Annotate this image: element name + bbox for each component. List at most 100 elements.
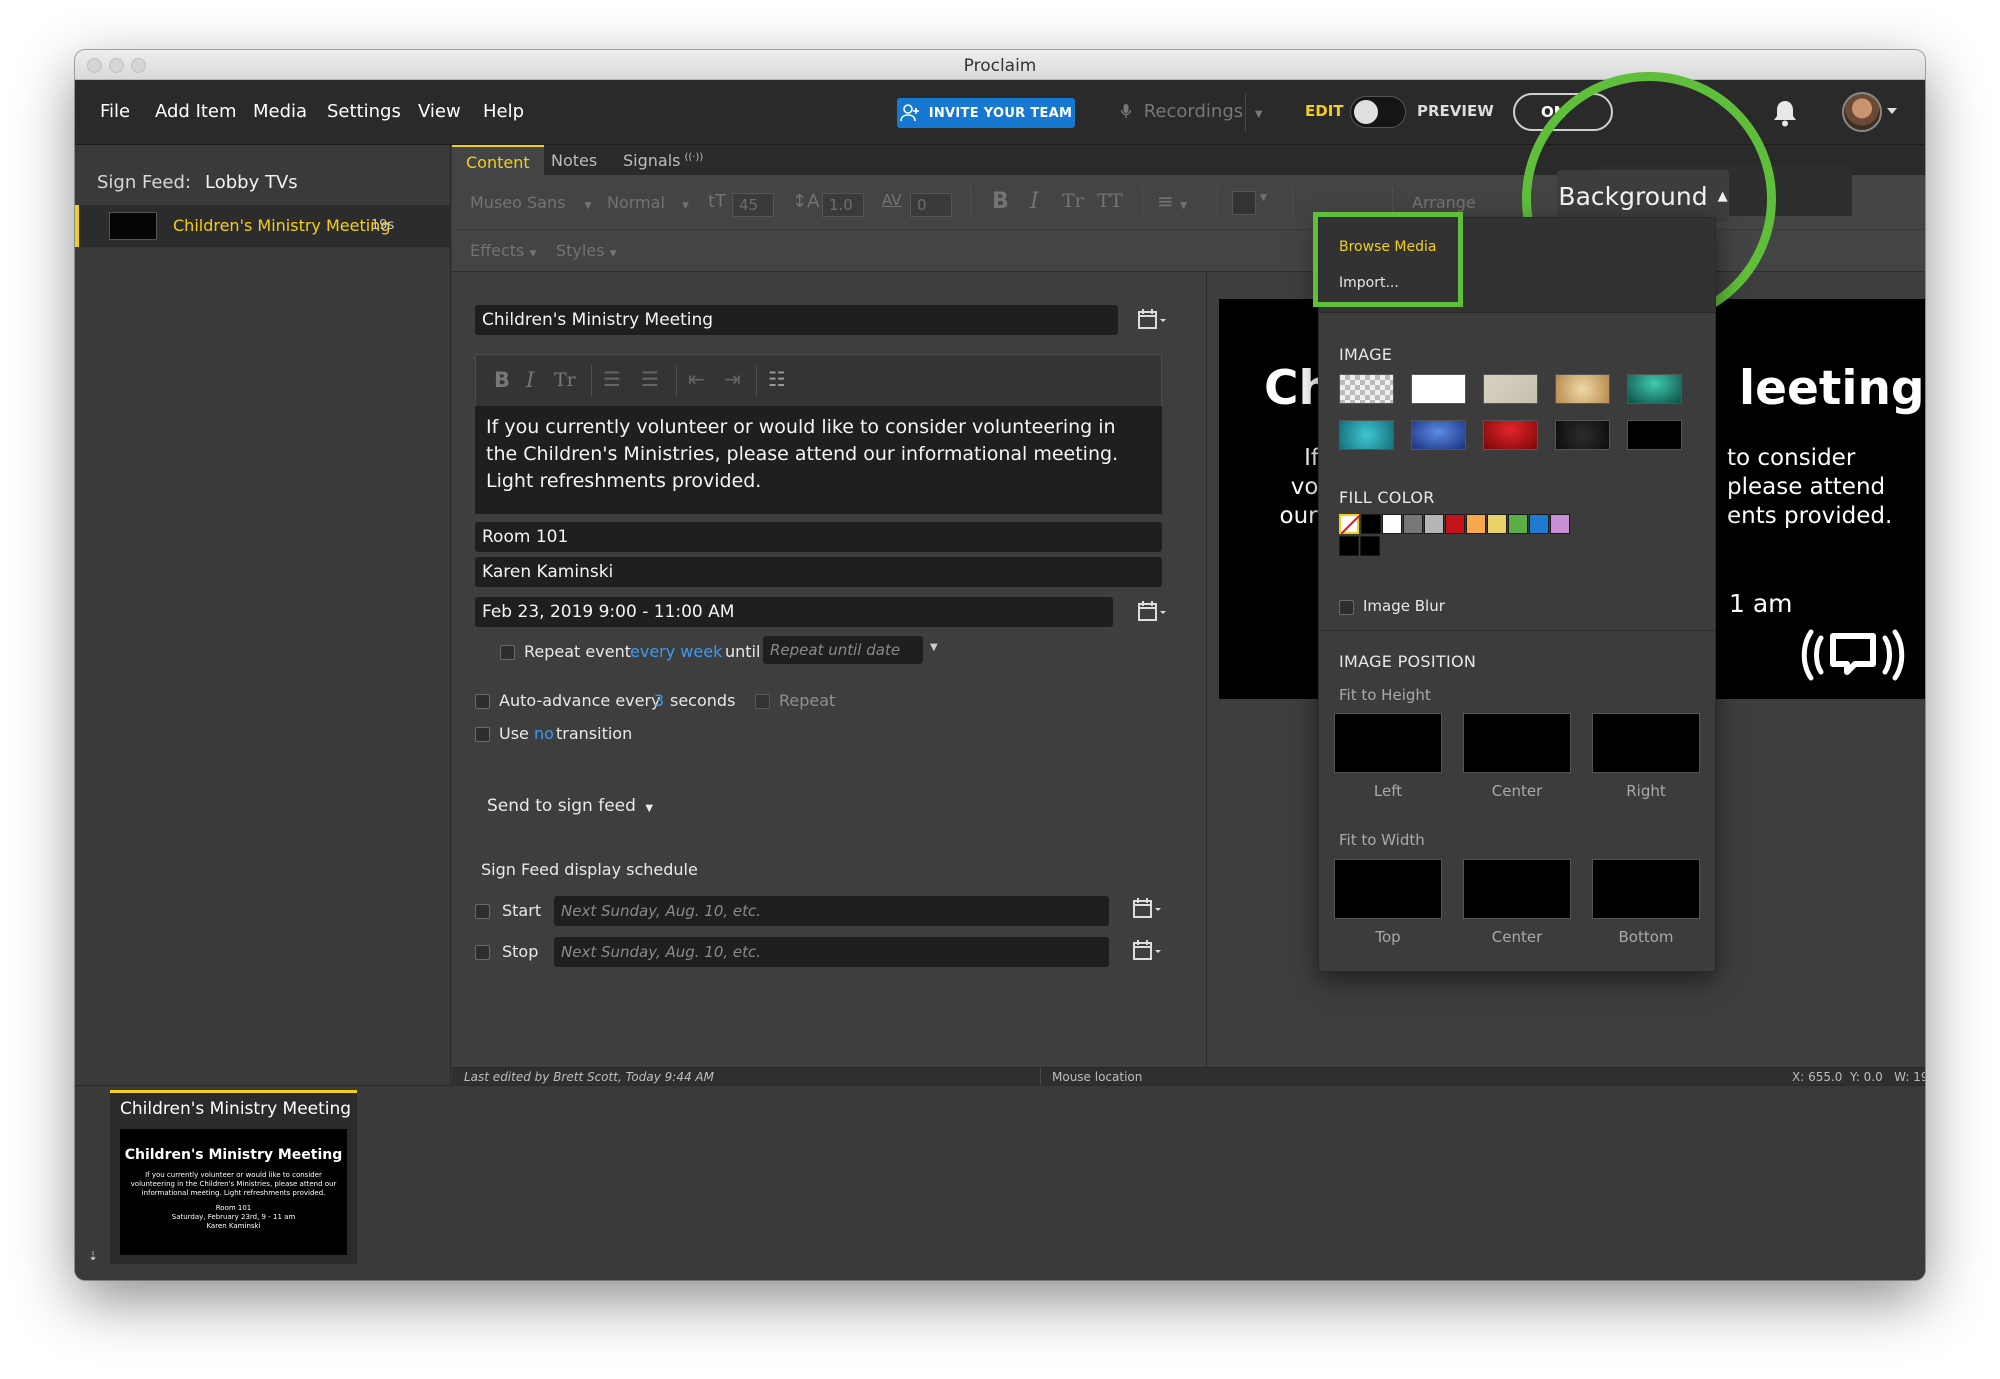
fill-color-swatch[interactable] — [1424, 514, 1444, 534]
content-editor: Children's Ministry Meeting B I Tr ☰ ☰ ⇤… — [452, 272, 1206, 1067]
smallcaps-button[interactable]: Tr — [554, 369, 576, 391]
parchment-swatch[interactable] — [1483, 374, 1538, 404]
location-field[interactable]: Room 101 — [475, 522, 1162, 552]
menu-add-item[interactable]: Add Item — [155, 101, 237, 122]
sidebar-item-childrens-ministry[interactable]: Children's Ministry Meeting 19s — [75, 205, 451, 247]
smallcaps-button[interactable]: Tr — [1062, 190, 1084, 212]
arrange-menu[interactable]: Arrange — [1412, 193, 1476, 212]
blue-swatch[interactable] — [1411, 420, 1466, 450]
tab-signals[interactable]: Signals ((·)) — [609, 145, 717, 175]
old-paper-swatch[interactable] — [1555, 374, 1610, 404]
datetime-field[interactable]: Feb 23, 2019 9:00 - 11:00 AM — [475, 597, 1113, 627]
position-bottom-option[interactable] — [1592, 859, 1700, 919]
calendar-icon[interactable] — [1132, 896, 1164, 920]
dark-texture-swatch[interactable] — [1555, 420, 1610, 450]
teal-glow-swatch[interactable] — [1627, 374, 1682, 404]
styles-menu[interactable]: Styles ▼ — [556, 241, 617, 260]
edit-preview-toggle[interactable] — [1350, 96, 1406, 128]
fill-color-swatch[interactable] — [1445, 514, 1465, 534]
status-bar: Last edited by Brett Scott, Today 9:44 A… — [452, 1067, 1925, 1086]
calendar-icon[interactable] — [1137, 307, 1169, 331]
numbered-list-button[interactable]: ☰ — [641, 367, 659, 391]
position-middle-option[interactable] — [1463, 859, 1571, 919]
filmstrip-slide[interactable]: Children's Ministry Meeting Children's M… — [110, 1090, 357, 1264]
stop-date-input[interactable]: Next Sunday, Aug. 10, etc. — [554, 937, 1109, 967]
bold-button[interactable]: B — [494, 368, 510, 392]
align-icon[interactable]: ≡ ▼ — [1157, 189, 1187, 213]
calendar-icon[interactable] — [1137, 599, 1169, 623]
position-left-option[interactable] — [1334, 713, 1442, 773]
start-checkbox[interactable] — [475, 904, 490, 919]
app-window: Proclaim File Add Item Media Settings Vi… — [75, 50, 1925, 1280]
repeat-checkbox[interactable] — [755, 694, 770, 709]
bold-button[interactable]: B — [992, 189, 1009, 214]
position-top-label: Top — [1375, 928, 1401, 946]
slide-title-right: leeting — [1739, 361, 1925, 416]
menu-settings[interactable]: Settings — [327, 101, 401, 122]
outdent-button[interactable]: ⇤ — [688, 367, 705, 391]
tab-content[interactable]: Content — [452, 145, 544, 175]
chevron-down-icon[interactable]: ▼ — [930, 642, 938, 653]
menu-view[interactable]: View — [418, 101, 461, 122]
calendar-icon[interactable] — [1132, 938, 1164, 962]
transparent-swatch[interactable] — [1339, 374, 1394, 404]
auto-advance-checkbox[interactable] — [475, 694, 490, 709]
menu-file[interactable]: File — [100, 101, 130, 122]
fill-color-swatch[interactable] — [1361, 514, 1381, 534]
fill-color-swatch[interactable] — [1339, 536, 1359, 556]
transition-link[interactable]: no — [534, 724, 554, 743]
aqua-swatch[interactable] — [1339, 420, 1394, 450]
tracking-input[interactable]: 0 — [910, 193, 952, 217]
auto-advance-seconds-link[interactable]: 3 — [654, 691, 664, 710]
title-field[interactable]: Children's Ministry Meeting — [475, 305, 1118, 335]
menu-media[interactable]: Media — [253, 101, 307, 122]
tab-notes[interactable]: Notes — [537, 145, 611, 175]
fill-color-swatch[interactable] — [1487, 514, 1507, 534]
line-height-input[interactable]: 1.0 — [822, 193, 864, 217]
repeat-frequency-link[interactable]: every week — [630, 642, 722, 661]
contact-field[interactable]: Karen Kaminski — [475, 557, 1162, 587]
image-blur-checkbox[interactable] — [1339, 600, 1354, 615]
no-fill-swatch[interactable] — [1339, 514, 1360, 535]
repeat-until-input[interactable]: Repeat until date — [763, 636, 923, 664]
red-swatch[interactable] — [1483, 420, 1538, 450]
italic-button[interactable]: I — [1030, 189, 1039, 214]
transition-checkbox[interactable] — [475, 727, 490, 742]
repeat-event-checkbox[interactable] — [500, 645, 515, 660]
position-right-option[interactable] — [1592, 713, 1700, 773]
fill-color-swatch[interactable] — [1382, 514, 1402, 534]
send-to-sign-feed-button[interactable]: Send to sign feed ▼ — [487, 796, 653, 816]
body-text-editor[interactable]: If you currently volunteer or would like… — [475, 406, 1162, 514]
user-avatar[interactable] — [1842, 92, 1882, 132]
position-center-option[interactable] — [1463, 713, 1571, 773]
black-swatch[interactable] — [1627, 420, 1682, 450]
bullet-list-button[interactable]: ☰ — [603, 367, 621, 391]
bell-icon[interactable] — [1772, 99, 1798, 127]
menu-help[interactable]: Help — [483, 101, 524, 122]
fill-color-swatch[interactable] — [1466, 514, 1486, 534]
fill-color-swatch[interactable] — [1529, 514, 1549, 534]
invite-team-button[interactable]: INVITE YOUR TEAM — [897, 98, 1075, 128]
chevron-down-icon[interactable]: ⇣ — [88, 1249, 98, 1263]
white-swatch[interactable] — [1411, 374, 1466, 404]
fill-color-swatch[interactable] — [1360, 536, 1380, 556]
position-top-option[interactable] — [1334, 859, 1442, 919]
fill-color-swatch[interactable] — [1550, 514, 1570, 534]
fill-color-swatch[interactable] — [1403, 514, 1423, 534]
chevron-down-icon[interactable] — [1887, 108, 1897, 114]
start-date-input[interactable]: Next Sunday, Aug. 10, etc. — [554, 896, 1109, 926]
sign-feed-name[interactable]: Lobby TVs — [205, 172, 298, 193]
font-weight-select[interactable]: Normal ▼ — [607, 193, 689, 212]
styles-label: Styles — [556, 241, 605, 260]
italic-button[interactable]: I — [526, 368, 534, 392]
recordings-menu[interactable]: Recordings ▼ — [1120, 101, 1263, 122]
effects-menu[interactable]: Effects ▼ — [470, 241, 536, 260]
allcaps-button[interactable]: TT — [1097, 190, 1123, 212]
fill-color-swatch[interactable] — [1508, 514, 1528, 534]
font-family-select[interactable]: Museo Sans ▼ — [470, 193, 591, 212]
indent-button[interactable]: ⇥ — [724, 367, 741, 391]
font-size-input[interactable]: 45 — [732, 193, 774, 217]
paragraph-options-button[interactable]: ☷ — [768, 367, 786, 391]
text-color-swatch[interactable] — [1232, 191, 1256, 215]
stop-checkbox[interactable] — [475, 945, 490, 960]
